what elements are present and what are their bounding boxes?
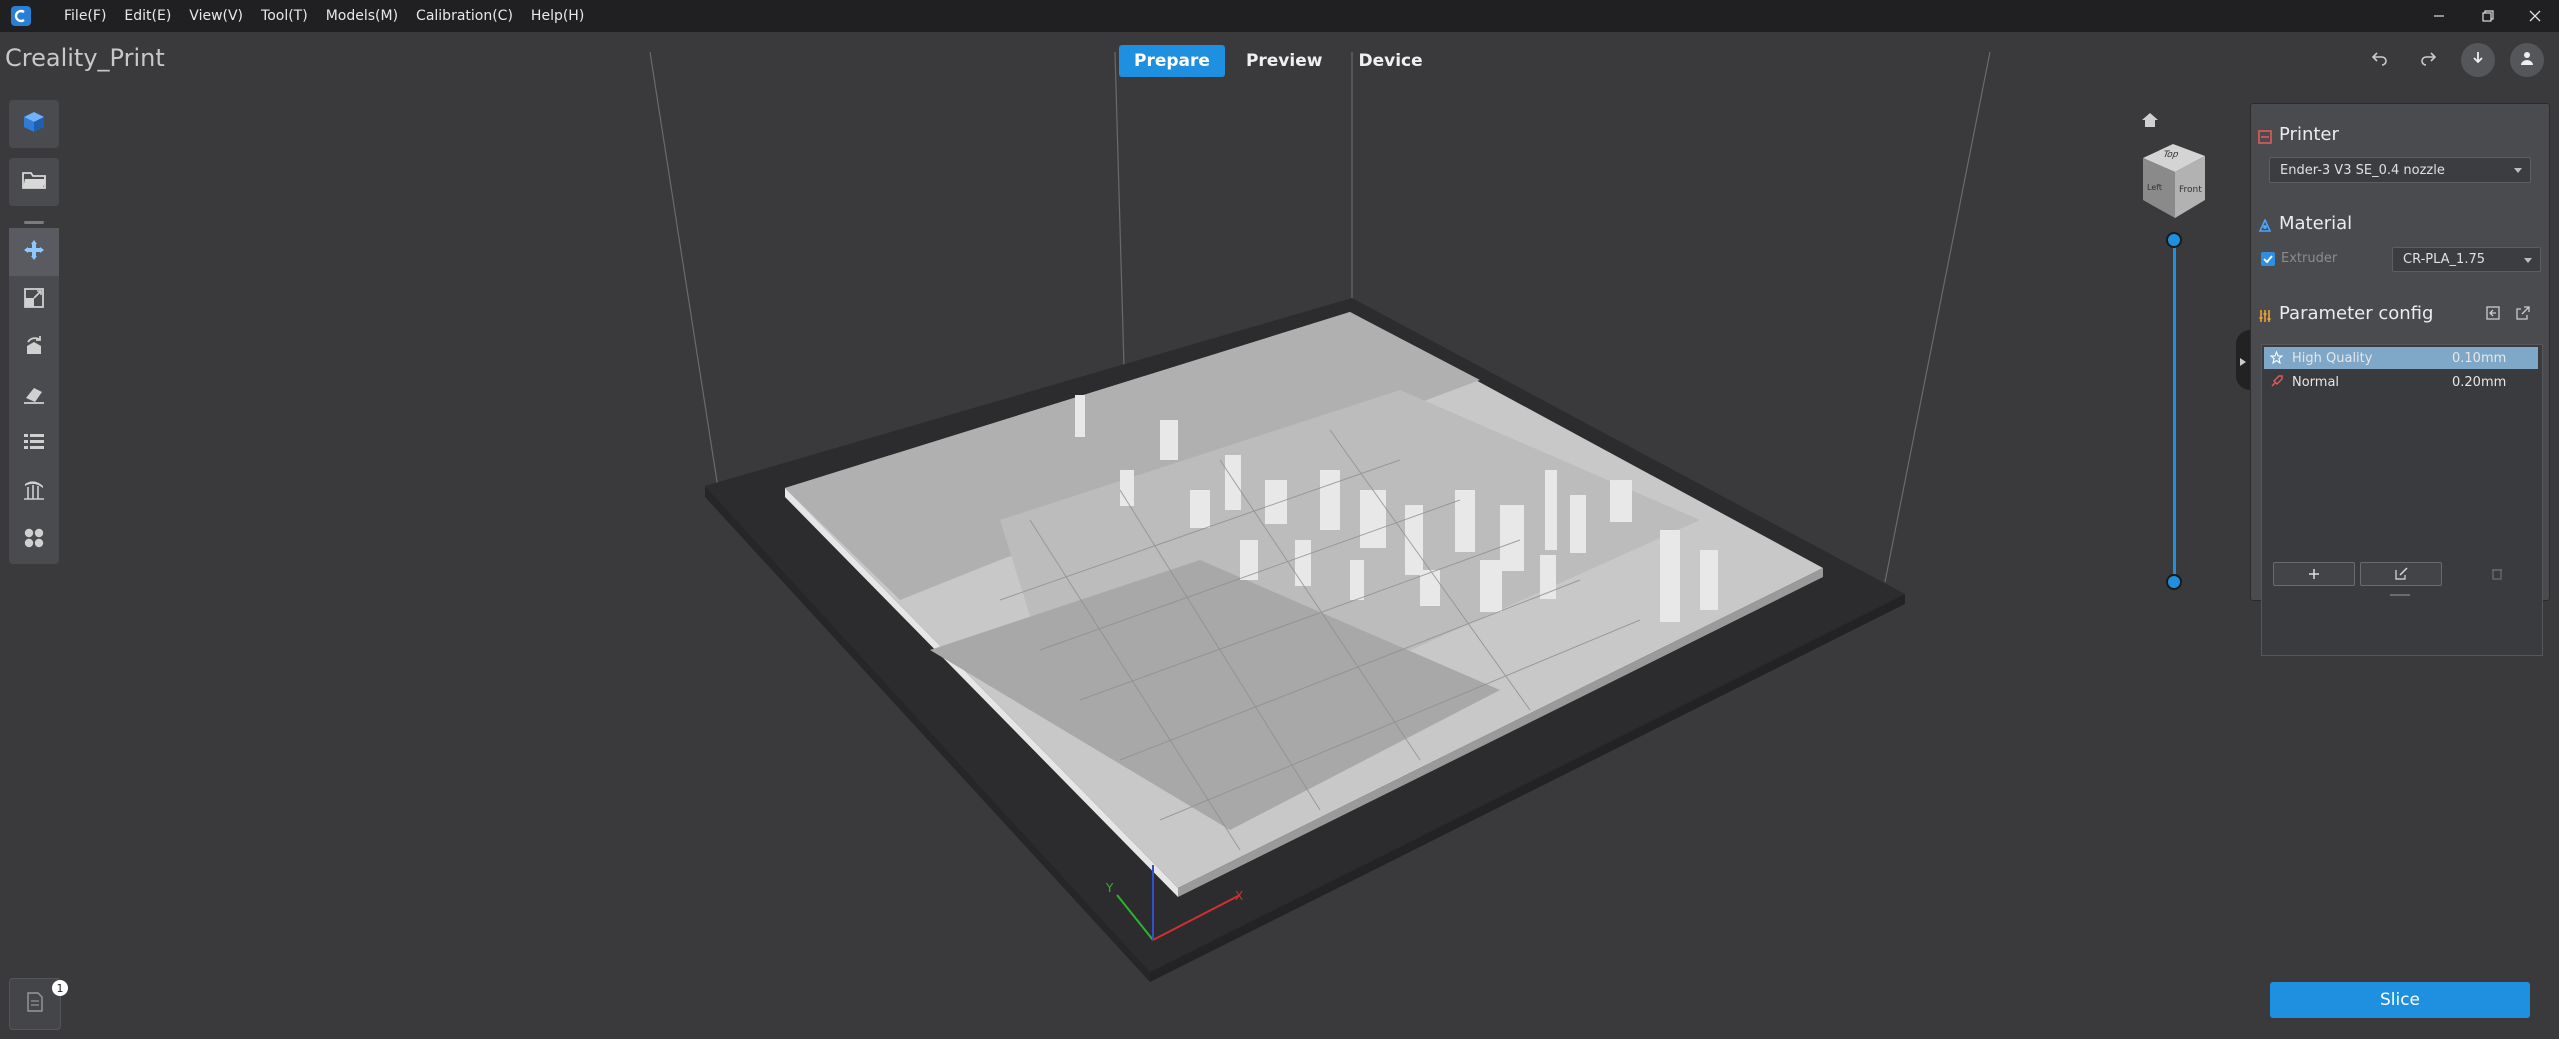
support-tool[interactable] xyxy=(9,468,59,516)
open-file-button[interactable] xyxy=(9,158,59,206)
layer-slider-track[interactable] xyxy=(2173,240,2176,582)
material-icon xyxy=(2258,218,2272,232)
chevron-down-icon xyxy=(2524,257,2532,263)
menu-file[interactable]: File(F) xyxy=(55,0,115,32)
rotate-icon xyxy=(22,334,46,362)
toolbar-drag-handle[interactable] xyxy=(24,221,44,224)
eraser-icon xyxy=(22,382,46,410)
add-model-button[interactable] xyxy=(9,100,59,148)
user-account-button[interactable] xyxy=(2510,43,2544,77)
home-icon xyxy=(2140,113,2160,134)
tab-preview[interactable]: Preview xyxy=(1231,45,1338,77)
edit-profile-button[interactable] xyxy=(2360,562,2442,586)
import-profile-button[interactable] xyxy=(2483,304,2503,324)
menu-tool[interactable]: Tool(T) xyxy=(252,0,317,32)
app-logo-icon xyxy=(10,5,32,27)
add-profile-button[interactable] xyxy=(2273,562,2355,586)
material-select[interactable]: CR-PLA_1.75 xyxy=(2392,247,2541,272)
plus-icon xyxy=(2308,565,2320,584)
menu-models[interactable]: Models(M) xyxy=(317,0,407,32)
notification-badge: 1 xyxy=(52,980,68,996)
sliders-icon xyxy=(2258,308,2272,322)
list-tool[interactable] xyxy=(9,420,59,468)
rocket-icon xyxy=(2270,375,2283,388)
download-icon xyxy=(2470,50,2486,70)
extruder-label: Extruder xyxy=(2281,251,2338,266)
download-button[interactable] xyxy=(2461,43,2495,77)
import-icon xyxy=(2486,305,2500,324)
cube-icon xyxy=(21,109,47,139)
view-cube-front-label: Front xyxy=(2179,185,2202,195)
grid-icon xyxy=(23,527,45,553)
close-button[interactable] xyxy=(2512,0,2558,32)
printer-icon xyxy=(2258,129,2272,144)
panel-resize-handle[interactable] xyxy=(2390,594,2410,596)
move-tool[interactable] xyxy=(9,228,59,276)
redo-button[interactable] xyxy=(2411,43,2445,77)
arrange-tool[interactable] xyxy=(9,516,59,564)
lay-flat-tool[interactable] xyxy=(9,372,59,420)
material-title: Material xyxy=(2279,213,2353,234)
chevron-right-icon xyxy=(2240,351,2246,370)
printer-title: Printer xyxy=(2279,124,2339,145)
view-cube-left-label: Left xyxy=(2147,183,2163,192)
undo-icon xyxy=(2371,49,2389,71)
edit-icon xyxy=(2394,565,2408,584)
export-profile-button[interactable] xyxy=(2513,304,2533,324)
rotate-tool[interactable] xyxy=(9,324,59,372)
profile-value: 0.20mm xyxy=(2452,374,2507,390)
scale-tool[interactable] xyxy=(9,276,59,324)
menu-view[interactable]: View(V) xyxy=(180,0,252,32)
delete-profile-button[interactable] xyxy=(2487,564,2507,584)
move-icon xyxy=(22,238,46,266)
menu-bar: File(F) Edit(E) View(V) Tool(T) Models(M… xyxy=(55,0,593,32)
support-icon xyxy=(22,478,46,506)
layer-slider-top-handle[interactable] xyxy=(2166,232,2182,248)
layer-slider-bottom-handle[interactable] xyxy=(2166,574,2182,590)
undo-button[interactable] xyxy=(2363,43,2397,77)
scale-icon xyxy=(23,287,45,313)
menu-help[interactable]: Help(H) xyxy=(522,0,593,32)
document-icon xyxy=(26,992,44,1016)
folder-icon xyxy=(21,169,47,195)
profile-list: High Quality 0.10mm Normal 0.20mm xyxy=(2261,344,2543,656)
app-title: Creality_Print xyxy=(5,44,165,72)
tools-box xyxy=(9,228,59,564)
list-icon xyxy=(23,432,45,456)
printer-select-value: Ender-3 V3 SE_0.4 nozzle xyxy=(2280,162,2445,178)
settings-panel: Printer Ender-3 V3 SE_0.4 nozzle Materia… xyxy=(2250,103,2550,656)
profile-row-high-quality[interactable]: High Quality 0.10mm xyxy=(2264,347,2538,369)
panel-collapse-button[interactable] xyxy=(2236,330,2250,390)
profile-value: 0.10mm xyxy=(2452,350,2507,366)
home-view-button[interactable] xyxy=(2140,110,2160,130)
material-select-value: CR-PLA_1.75 xyxy=(2403,252,2485,267)
title-bar: File(F) Edit(E) View(V) Tool(T) Models(M… xyxy=(0,0,2559,32)
menu-edit[interactable]: Edit(E) xyxy=(115,0,180,32)
minimize-button[interactable] xyxy=(2416,0,2462,32)
tab-device[interactable]: Device xyxy=(1343,45,1437,77)
extruder-checkbox[interactable] xyxy=(2261,252,2275,266)
trash-icon xyxy=(2491,565,2503,584)
profile-name: Normal xyxy=(2292,374,2340,390)
svg-text:Y: Y xyxy=(1105,881,1114,895)
chevron-down-icon xyxy=(2514,168,2522,173)
star-icon xyxy=(2269,350,2284,365)
redo-icon xyxy=(2419,49,2437,71)
param-config-title: Parameter config xyxy=(2279,303,2434,324)
export-icon xyxy=(2516,305,2530,324)
slice-button[interactable]: Slice xyxy=(2270,982,2530,1018)
user-icon xyxy=(2519,50,2535,70)
tab-prepare[interactable]: Prepare xyxy=(1119,45,1225,77)
profile-row-normal[interactable]: Normal 0.20mm xyxy=(2264,371,2538,393)
menu-calibration[interactable]: Calibration(C) xyxy=(407,0,522,32)
view-cube[interactable]: Top Front Left xyxy=(2135,140,2215,220)
open-file-box xyxy=(9,158,59,206)
mode-tabs: Prepare Preview Device xyxy=(1119,45,1438,77)
printer-select[interactable]: Ender-3 V3 SE_0.4 nozzle xyxy=(2269,157,2531,183)
svg-text:X: X xyxy=(1235,889,1243,903)
profile-name: High Quality xyxy=(2292,350,2373,366)
restore-button[interactable] xyxy=(2465,0,2511,32)
add-model-box xyxy=(9,100,59,148)
